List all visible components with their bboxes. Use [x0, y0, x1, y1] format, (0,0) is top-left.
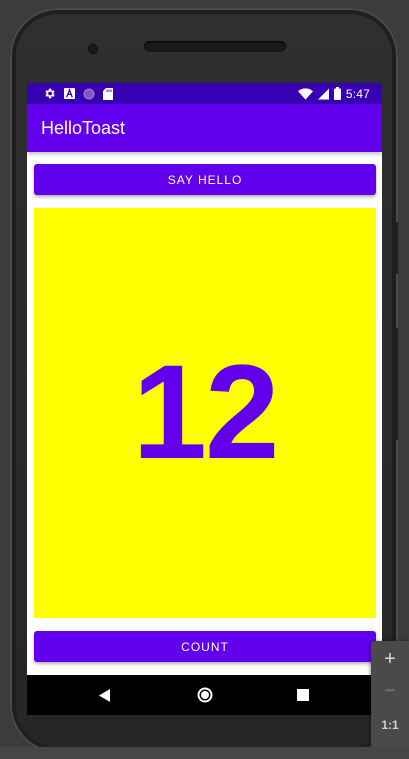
sd-card-icon: [103, 87, 113, 100]
say-hello-button[interactable]: SAY HELLO: [34, 164, 376, 195]
count-display: 12: [34, 208, 376, 618]
zoom-in-button[interactable]: +: [371, 643, 409, 675]
emulator-bottom-edge: [0, 747, 409, 759]
back-icon[interactable]: [75, 675, 135, 715]
battery-icon: [333, 87, 341, 100]
status-notification-icons: [43, 86, 113, 101]
status-system-icons: 5:47: [297, 86, 370, 101]
home-icon[interactable]: [175, 675, 235, 715]
app-title: HelloToast: [41, 118, 126, 138]
volume-buttons[interactable]: [394, 328, 398, 440]
cell-signal-icon: [317, 88, 329, 100]
zoom-out-button[interactable]: −: [371, 675, 409, 707]
emulator-window: 5:47 HelloToast SAY HELLO 12 COUNT + − 1…: [0, 0, 409, 759]
count-value: 12: [132, 338, 279, 487]
settings-icon: [43, 87, 56, 100]
emulator-zoom-controls: + − 1:1: [371, 641, 409, 747]
status-time: 5:47: [345, 86, 370, 101]
earpiece-speaker: [144, 41, 286, 52]
circle-notification-icon: [83, 88, 95, 100]
accessibility-icon: [64, 88, 75, 99]
power-button[interactable]: [394, 222, 398, 274]
wifi-icon: [297, 87, 313, 100]
app-bar: HelloToast: [27, 104, 382, 152]
status-bar: 5:47: [27, 83, 382, 104]
actual-size-button[interactable]: 1:1: [371, 709, 409, 741]
navigation-bar: [27, 675, 382, 715]
count-button[interactable]: COUNT: [34, 631, 376, 662]
device-screen: 5:47 HelloToast SAY HELLO 12 COUNT: [27, 83, 382, 715]
front-camera: [88, 44, 98, 54]
recents-icon[interactable]: [273, 675, 333, 715]
